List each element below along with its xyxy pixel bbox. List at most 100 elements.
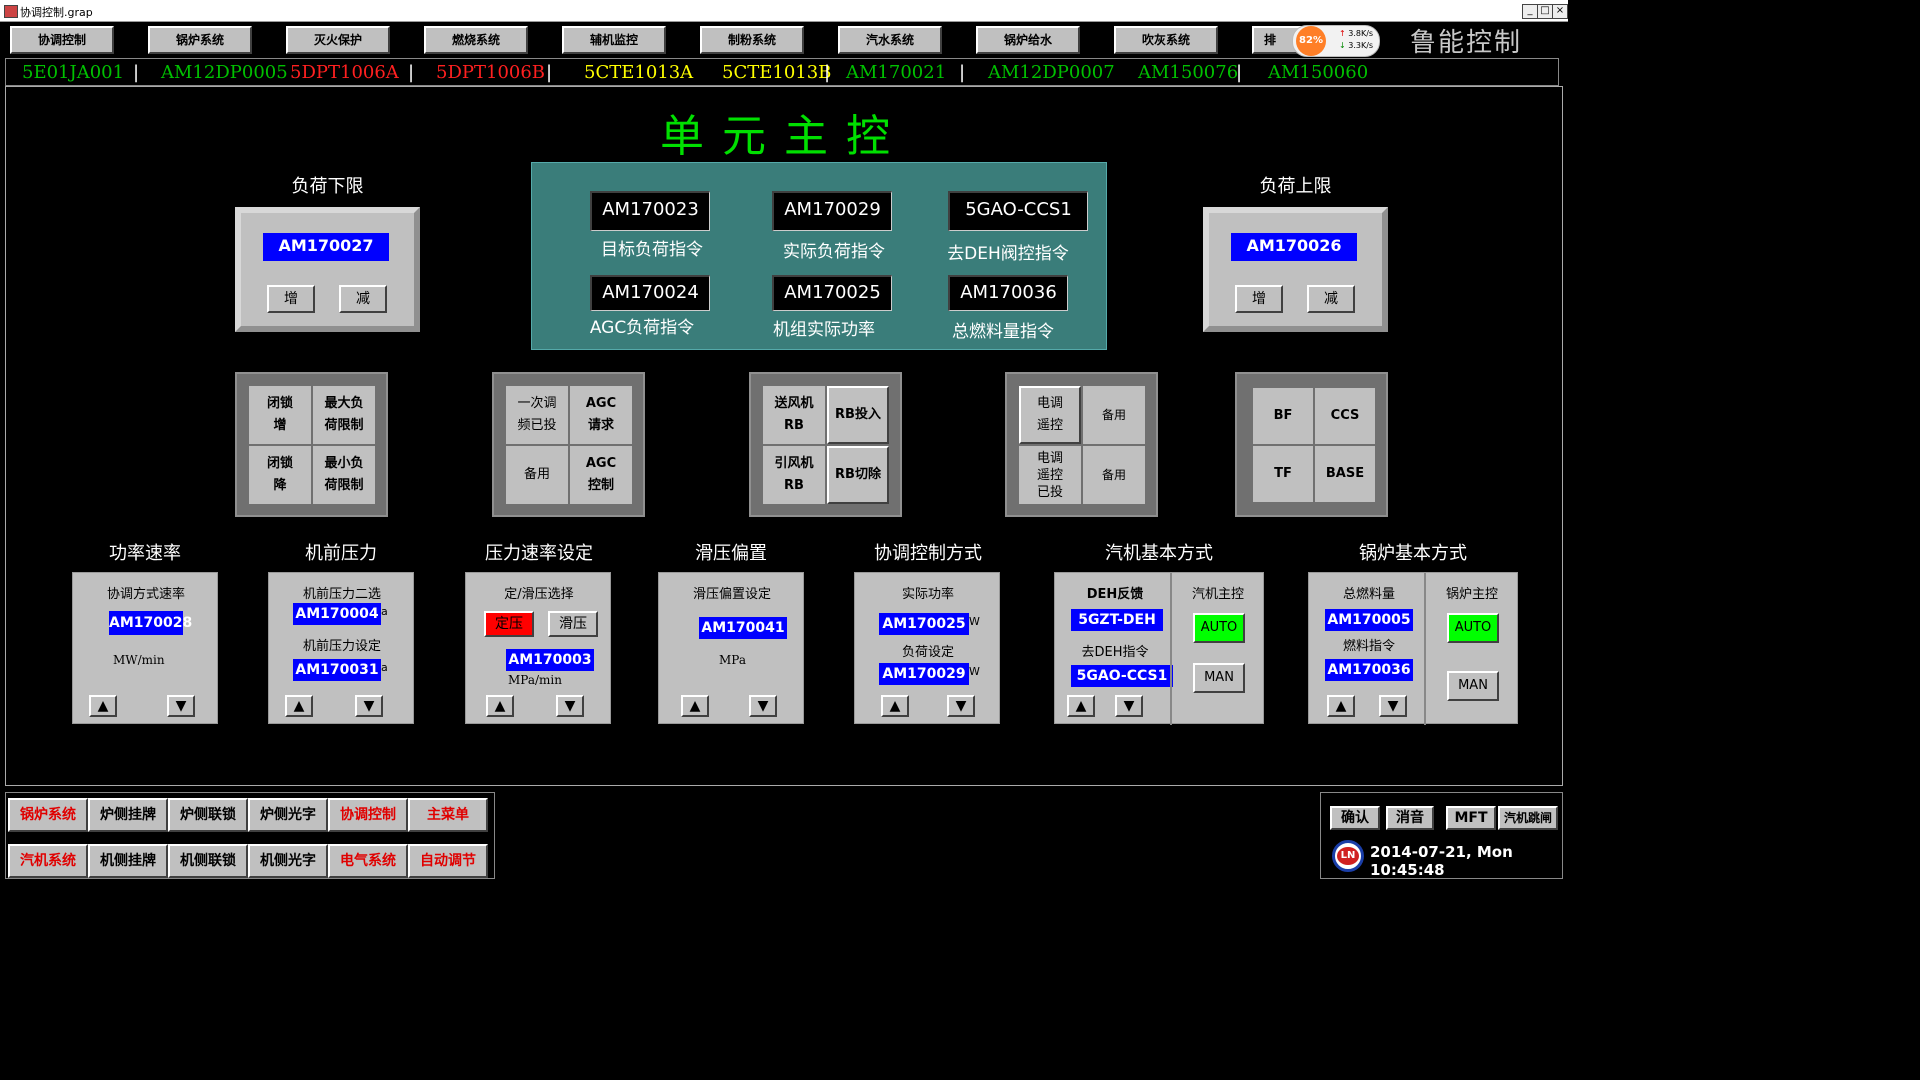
ticker-item[interactable]: 5DPT1006B [436,62,545,83]
coordination-down-button[interactable]: ▼ [947,695,975,717]
sliding-bias-unit: MPa [719,653,746,667]
sliding-bias-up-button[interactable]: ▲ [681,695,709,717]
nav-soot-blowing[interactable]: 吹灰系统 [1114,26,1218,54]
base-mode-cell: BASE [1315,446,1375,502]
turbine-man-button[interactable]: MAN [1193,663,1245,693]
pressure-rate-up-button[interactable]: ▲ [486,695,514,717]
nav-fire-protection[interactable]: 灭火保护 [286,26,390,54]
load-low-increase-button[interactable]: 增 [267,285,315,313]
turbine-auto-button[interactable]: AUTO [1193,613,1245,643]
coordination-mode-title: 协调控制方式 [874,543,982,564]
app-icon [4,5,18,18]
coordination-mode-panel: 实际功率 AM170025 W 负荷设定 AM170029 W ▲ ▼ [854,572,1000,724]
bottom-turbine-system[interactable]: 汽机系统 [8,844,88,878]
throttle-pressure-panel: 机前压力二选 AM170004 a 机前压力设定 AM170031 a ▲ ▼ [268,572,414,724]
nav-coordination[interactable]: 协调控制 [10,26,114,54]
power-rate-down-button[interactable]: ▼ [167,695,195,717]
deh-feedback-label: DEH反馈 [1086,587,1144,602]
minimize-button[interactable]: _ [1522,4,1538,19]
company-logo: LN [1332,840,1364,872]
nav-boiler-system[interactable]: 锅炉系统 [148,26,252,54]
fixed-pressure-button[interactable]: 定压 [484,611,534,637]
bottom-coordination[interactable]: 协调控制 [328,798,408,832]
turbine-trip-button[interactable]: 汽机跳闸 [1498,806,1558,830]
turbine-down-button[interactable]: ▼ [1115,695,1143,717]
ticker-item[interactable]: 5CTE1013B [722,62,831,83]
close-button[interactable]: × [1552,4,1568,19]
ticker-separator: | [408,62,415,83]
ticker-item[interactable]: AM150076 [1138,62,1238,83]
bottom-turbine-annunciator[interactable]: 机侧光字 [248,844,328,878]
ticker-item[interactable]: AM12DP0007 [988,62,1115,83]
throttle-pressure-title: 机前压力 [305,543,377,564]
rb-enable-button[interactable]: RB投入 [827,386,889,444]
mft-button[interactable]: MFT [1446,806,1496,830]
ticker-separator: | [824,62,831,83]
bottom-boiler-tags[interactable]: 炉侧挂牌 [88,798,168,832]
ticker-item[interactable]: 5DPT1006A [290,62,399,83]
bottom-boiler-interlock[interactable]: 炉侧联锁 [168,798,248,832]
load-low-title: 负荷下限 [291,176,364,197]
primary-freq-cell: 一次调 频已投 [506,386,568,444]
load-high-value: AM170026 [1231,233,1357,261]
bottom-turbine-tags[interactable]: 机侧挂牌 [88,844,168,878]
pressure-setpoint-unit: a [381,661,388,674]
sliding-bias-down-button[interactable]: ▼ [749,695,777,717]
unit-power-value: AM170025 [772,275,892,311]
lock-decrease-cell: 闭锁 降 [249,446,311,504]
sliding-bias-panel: 滑压偏置设定 AM170041 MPa ▲ ▼ [658,572,804,724]
sliding-pressure-button[interactable]: 滑压 [548,611,598,637]
ticker-item[interactable]: AM12DP0005 [161,62,288,83]
pressure-rate-down-button[interactable]: ▼ [556,695,584,717]
load-high-decrease-button[interactable]: 减 [1307,285,1355,313]
nav-aux-monitor[interactable]: 辅机监控 [562,26,666,54]
window-title-bar: 协调控制.grap _ □ × [0,0,1568,22]
mode-grid: BF CCS TF BASE [1235,372,1388,517]
total-fuel-cmd-value: AM170036 [948,275,1068,311]
mute-button[interactable]: 消音 [1386,806,1434,830]
boiler-up-button[interactable]: ▲ [1327,695,1355,717]
ticker-item[interactable]: 5CTE1013A [584,62,693,83]
rb-disable-button[interactable]: RB切除 [827,446,889,504]
boiler-auto-button[interactable]: AUTO [1447,613,1499,643]
bottom-boiler-annunciator[interactable]: 炉侧光字 [248,798,328,832]
pressure-select-value: AM170004 [293,603,381,625]
actual-power-label: 实际功率 [901,587,954,602]
ticker-item[interactable]: AM150060 [1268,62,1368,83]
pressure-down-button[interactable]: ▼ [355,695,383,717]
pressure-setpoint-value: AM170031 [293,659,381,681]
acknowledge-button[interactable]: 确认 [1330,806,1380,830]
nav-steam-water[interactable]: 汽水系统 [838,26,942,54]
bottom-turbine-interlock[interactable]: 机侧联锁 [168,844,248,878]
pressure-up-button[interactable]: ▲ [285,695,313,717]
maximize-button[interactable]: □ [1537,4,1553,19]
bottom-electrical-system[interactable]: 电气系统 [328,844,408,878]
load-high-increase-button[interactable]: 增 [1235,285,1283,313]
fuel-cmd-label: 燃料指令 [1342,639,1395,654]
turbine-up-button[interactable]: ▲ [1067,695,1095,717]
nav-combustion[interactable]: 燃烧系统 [424,26,528,54]
pressure-rate-panel: 定/滑压选择 定压 滑压 AM170003 MPa/min ▲ ▼ [465,572,611,724]
bottom-boiler-system[interactable]: 锅炉系统 [8,798,88,832]
ticker-item[interactable]: AM170021 [846,62,946,83]
deh-remote-grid: 电调 遥控 备用 电调 遥控 已投 备用 [1005,372,1158,517]
load-low-decrease-button[interactable]: 减 [339,285,387,313]
ticker-item[interactable]: 5E01JA001 [22,62,124,83]
agc-load-value: AM170024 [590,275,710,311]
power-rate-up-button[interactable]: ▲ [89,695,117,717]
boiler-down-button[interactable]: ▼ [1379,695,1407,717]
agc-request-cell: AGC 请求 [570,386,632,444]
ticker-separator: | [1236,62,1243,83]
deh-remote-button[interactable]: 电调 遥控 [1019,386,1081,444]
deh-feedback-value: 5GZT-DEH [1071,609,1163,631]
coordination-up-button[interactable]: ▲ [881,695,909,717]
bottom-auto-control[interactable]: 自动调节 [408,844,488,878]
nav-feedwater[interactable]: 锅炉给水 [976,26,1080,54]
boiler-man-button[interactable]: MAN [1447,671,1499,701]
ticker-separator: | [133,62,140,83]
bottom-main-menu[interactable]: 主菜单 [408,798,488,832]
nav-pulverizing[interactable]: 制粉系统 [700,26,804,54]
sliding-bias-label: 滑压偏置设定 [692,587,771,602]
deh-remote-on-cell: 电调 遥控 已投 [1019,446,1081,504]
agc-grid: 一次调 频已投 AGC 请求 备用 AGC 控制 [492,372,645,517]
